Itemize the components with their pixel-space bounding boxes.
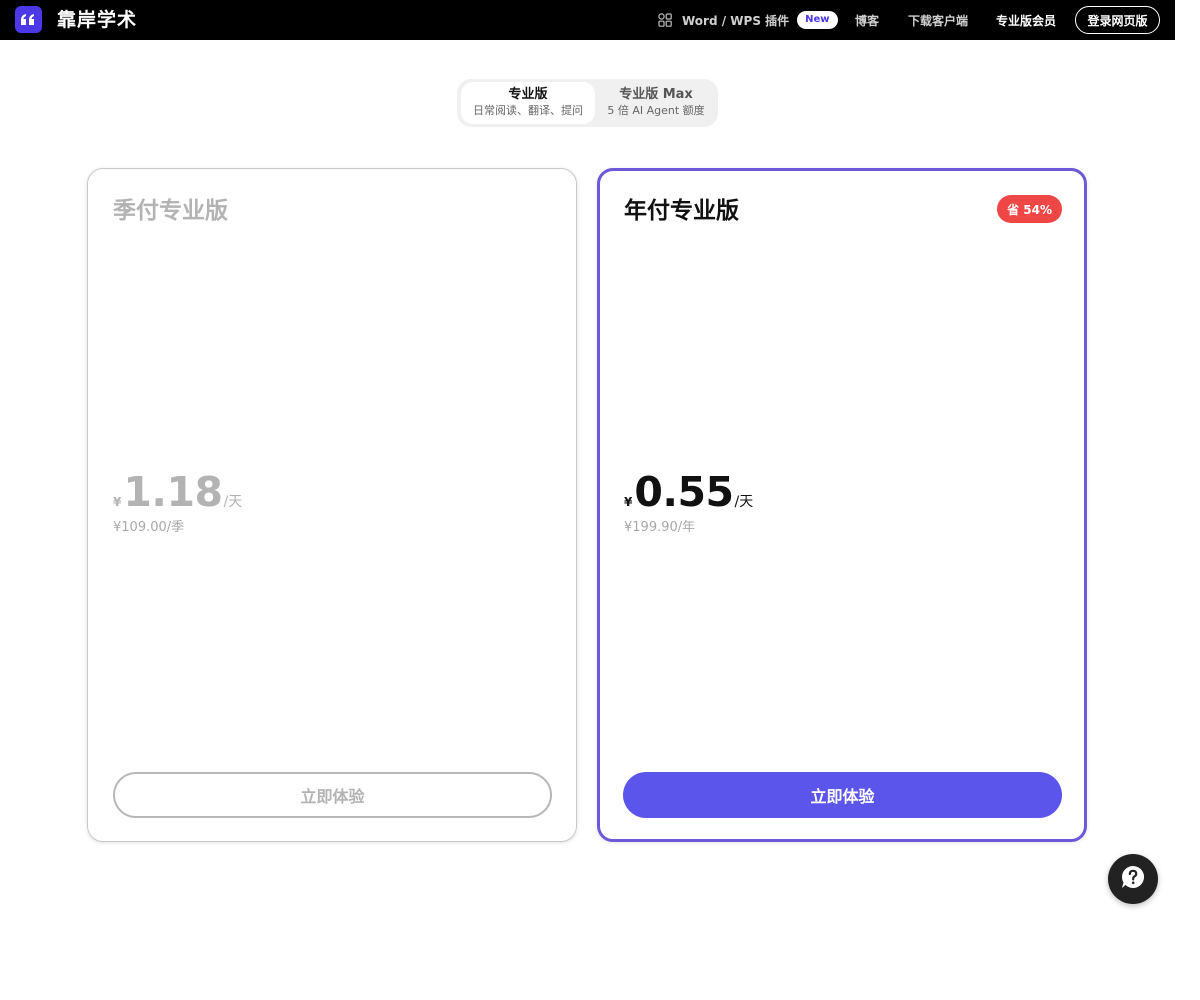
price-row: ¥ 0.55 /天 <box>624 469 753 515</box>
daily-price: 1.18 <box>123 468 223 516</box>
tab-pro-max-title: 专业版 Max <box>619 87 693 102</box>
tab-pro-max[interactable]: 专业版 Max 5 倍 AI Agent 额度 <box>597 82 715 124</box>
login-web-button[interactable]: 登录网页版 <box>1075 6 1160 34</box>
tab-pro[interactable]: 专业版 日常阅读、翻译、提问 <box>461 82 595 124</box>
nav-word-wps-plugin[interactable]: Word / WPS 插件 New <box>658 0 838 40</box>
nav-blog[interactable]: 博客 <box>855 0 879 40</box>
top-navigation-bar: 靠岸学术 Word / WPS 插件 New 博客 下载客户端 专业版会员 登录… <box>0 0 1175 40</box>
new-badge: New <box>797 11 838 29</box>
plan-title: 季付专业版 <box>113 198 228 224</box>
quote-icon[interactable] <box>15 6 42 33</box>
nav-plugin-label: Word / WPS 插件 <box>682 13 790 28</box>
plan-title: 年付专业版 <box>624 198 739 224</box>
currency-symbol: ¥ <box>624 495 633 509</box>
save-percent-badge: 省 54% <box>997 195 1062 223</box>
daily-price: 0.55 <box>634 468 734 516</box>
tab-pro-max-subtitle: 5 倍 AI Agent 额度 <box>607 104 705 117</box>
tab-pro-title: 专业版 <box>508 87 548 102</box>
apps-icon <box>658 13 672 27</box>
price-row: ¥ 1.18 /天 <box>113 469 242 515</box>
plan-card-quarterly[interactable]: 季付专业版 ¥ 1.18 /天 ¥109.00/季 立即体验 <box>87 168 577 842</box>
nav-download-client[interactable]: 下载客户端 <box>908 0 968 40</box>
currency-symbol: ¥ <box>113 495 122 509</box>
tab-pro-subtitle: 日常阅读、翻译、提问 <box>473 104 583 117</box>
per-day-unit: /天 <box>223 494 243 510</box>
plan-switch: 专业版 日常阅读、翻译、提问 专业版 Max 5 倍 AI Agent 额度 <box>457 79 718 127</box>
try-now-button[interactable]: 立即体验 <box>113 772 552 818</box>
help-chat-button[interactable] <box>1108 854 1158 904</box>
brand-name[interactable]: 靠岸学术 <box>57 8 137 32</box>
try-now-button[interactable]: 立即体验 <box>623 772 1062 818</box>
nav-pro-membership[interactable]: 专业版会员 <box>996 0 1056 40</box>
total-price: ¥109.00/季 <box>113 520 185 535</box>
per-day-unit: /天 <box>734 494 754 510</box>
plan-card-annual[interactable]: 年付专业版 省 54% ¥ 0.55 /天 ¥199.90/年 立即体验 <box>597 168 1087 842</box>
total-price: ¥199.90/年 <box>624 520 696 535</box>
question-chat-icon <box>1120 864 1146 894</box>
